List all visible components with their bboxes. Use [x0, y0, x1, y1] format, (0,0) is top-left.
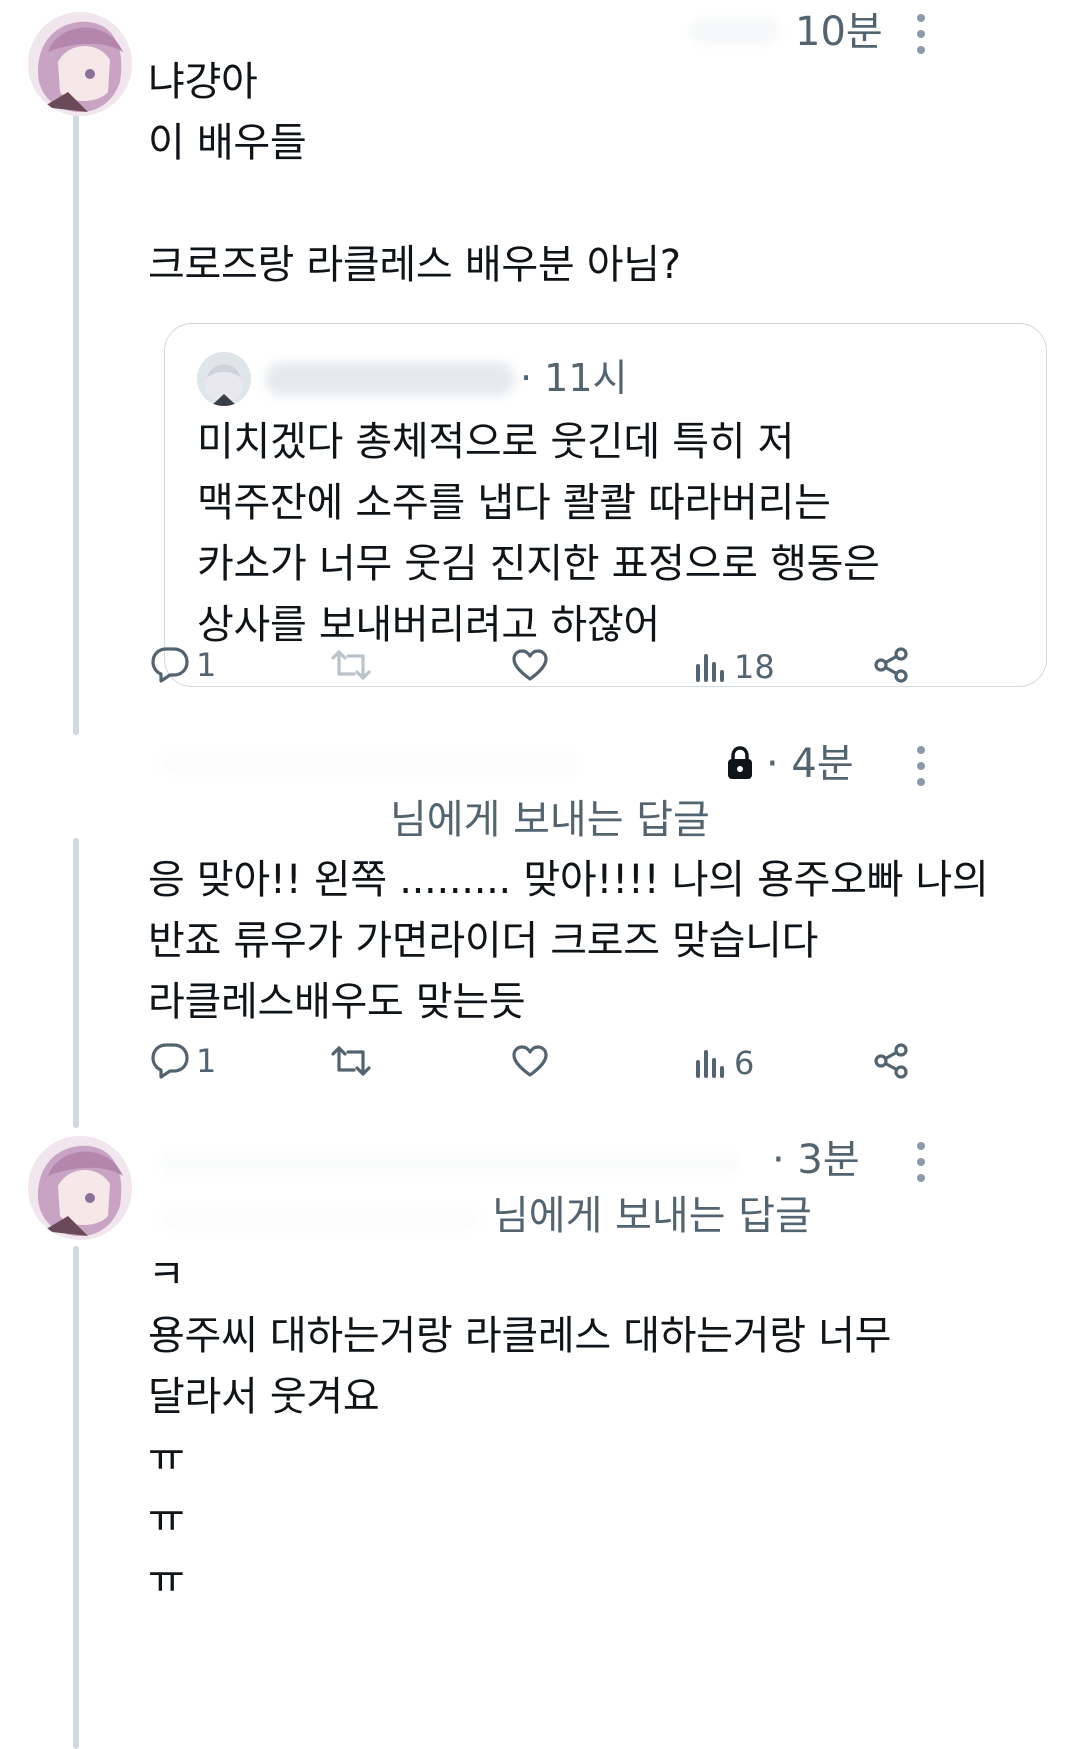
replying-to: 님에게 보내는 답글 [390, 797, 710, 843]
heart-icon [512, 1045, 548, 1077]
retweet-button[interactable] [330, 1044, 372, 1078]
retweet-icon [331, 650, 371, 680]
quote-text: 미치겠다 총체적으로 웃긴데 특히 저 맥주잔에 소주를 냅다 콸콸 따라버리는… [197, 419, 880, 648]
reply-icon [151, 1043, 189, 1079]
more-icon[interactable] [915, 14, 927, 62]
reply-count: 1 [196, 1042, 217, 1080]
thread-line [73, 110, 79, 735]
like-button[interactable] [511, 648, 549, 682]
quoted-tweet[interactable]: · 11시 미치겠다 총체적으로 웃긴데 특히 저 맥주잔에 소주를 냅다 콸콸… [164, 323, 1047, 687]
reply-button[interactable]: 1 [150, 646, 216, 684]
like-button[interactable] [511, 1044, 549, 1078]
views-icon [696, 654, 724, 682]
view-count: 18 [734, 648, 775, 686]
tweet-text: ㅋ 용주씨 대하는거랑 라클레스 대하는거랑 너무 달라서 웃겨요 ㅠ ㅠ ㅠ [148, 1252, 892, 1603]
quote-avatar [197, 352, 251, 406]
lock-icon [728, 746, 752, 779]
author-name-redacted [160, 750, 580, 776]
views-button[interactable]: 18 [694, 648, 775, 686]
share-icon [874, 647, 908, 683]
views-icon [696, 1050, 724, 1078]
share-button[interactable] [872, 646, 910, 684]
thread-line [73, 838, 79, 1128]
tweet-text: 응 맞아!! 왼쪽 ......... 맞아!!!! 나의 용주오빠 나의 반죠… [148, 857, 989, 1025]
tweet-time: · 4분 [766, 741, 854, 787]
view-count: 6 [734, 1044, 755, 1082]
retweet-button[interactable] [330, 648, 372, 682]
reply-count: 1 [196, 646, 217, 684]
tweet-time: · 3분 [772, 1137, 860, 1183]
avatar[interactable] [28, 12, 132, 116]
retweet-icon [331, 1046, 371, 1076]
thread-line [73, 1246, 79, 1749]
share-button[interactable] [872, 1042, 910, 1080]
author-name-redacted [160, 1150, 740, 1176]
reply-button[interactable]: 1 [150, 1042, 216, 1080]
avatar[interactable] [28, 1136, 132, 1240]
replying-to: 님에게 보내는 답글 [492, 1193, 812, 1239]
reply-target-redacted [160, 1206, 480, 1232]
more-icon[interactable] [915, 1142, 927, 1190]
tweet-time: 10분 [795, 9, 883, 55]
quote-time: · 11시 [520, 356, 628, 400]
reply-icon [151, 647, 189, 683]
more-icon[interactable] [915, 746, 927, 794]
tweet-text: 냐걍아 이 배우들 크로즈랑 라클레스 배우분 아님? [148, 59, 681, 288]
quote-author-redacted [265, 362, 515, 396]
author-name-redacted [690, 18, 780, 44]
heart-icon [512, 649, 548, 681]
share-icon [874, 1043, 908, 1079]
views-button[interactable]: 6 [694, 1044, 754, 1082]
